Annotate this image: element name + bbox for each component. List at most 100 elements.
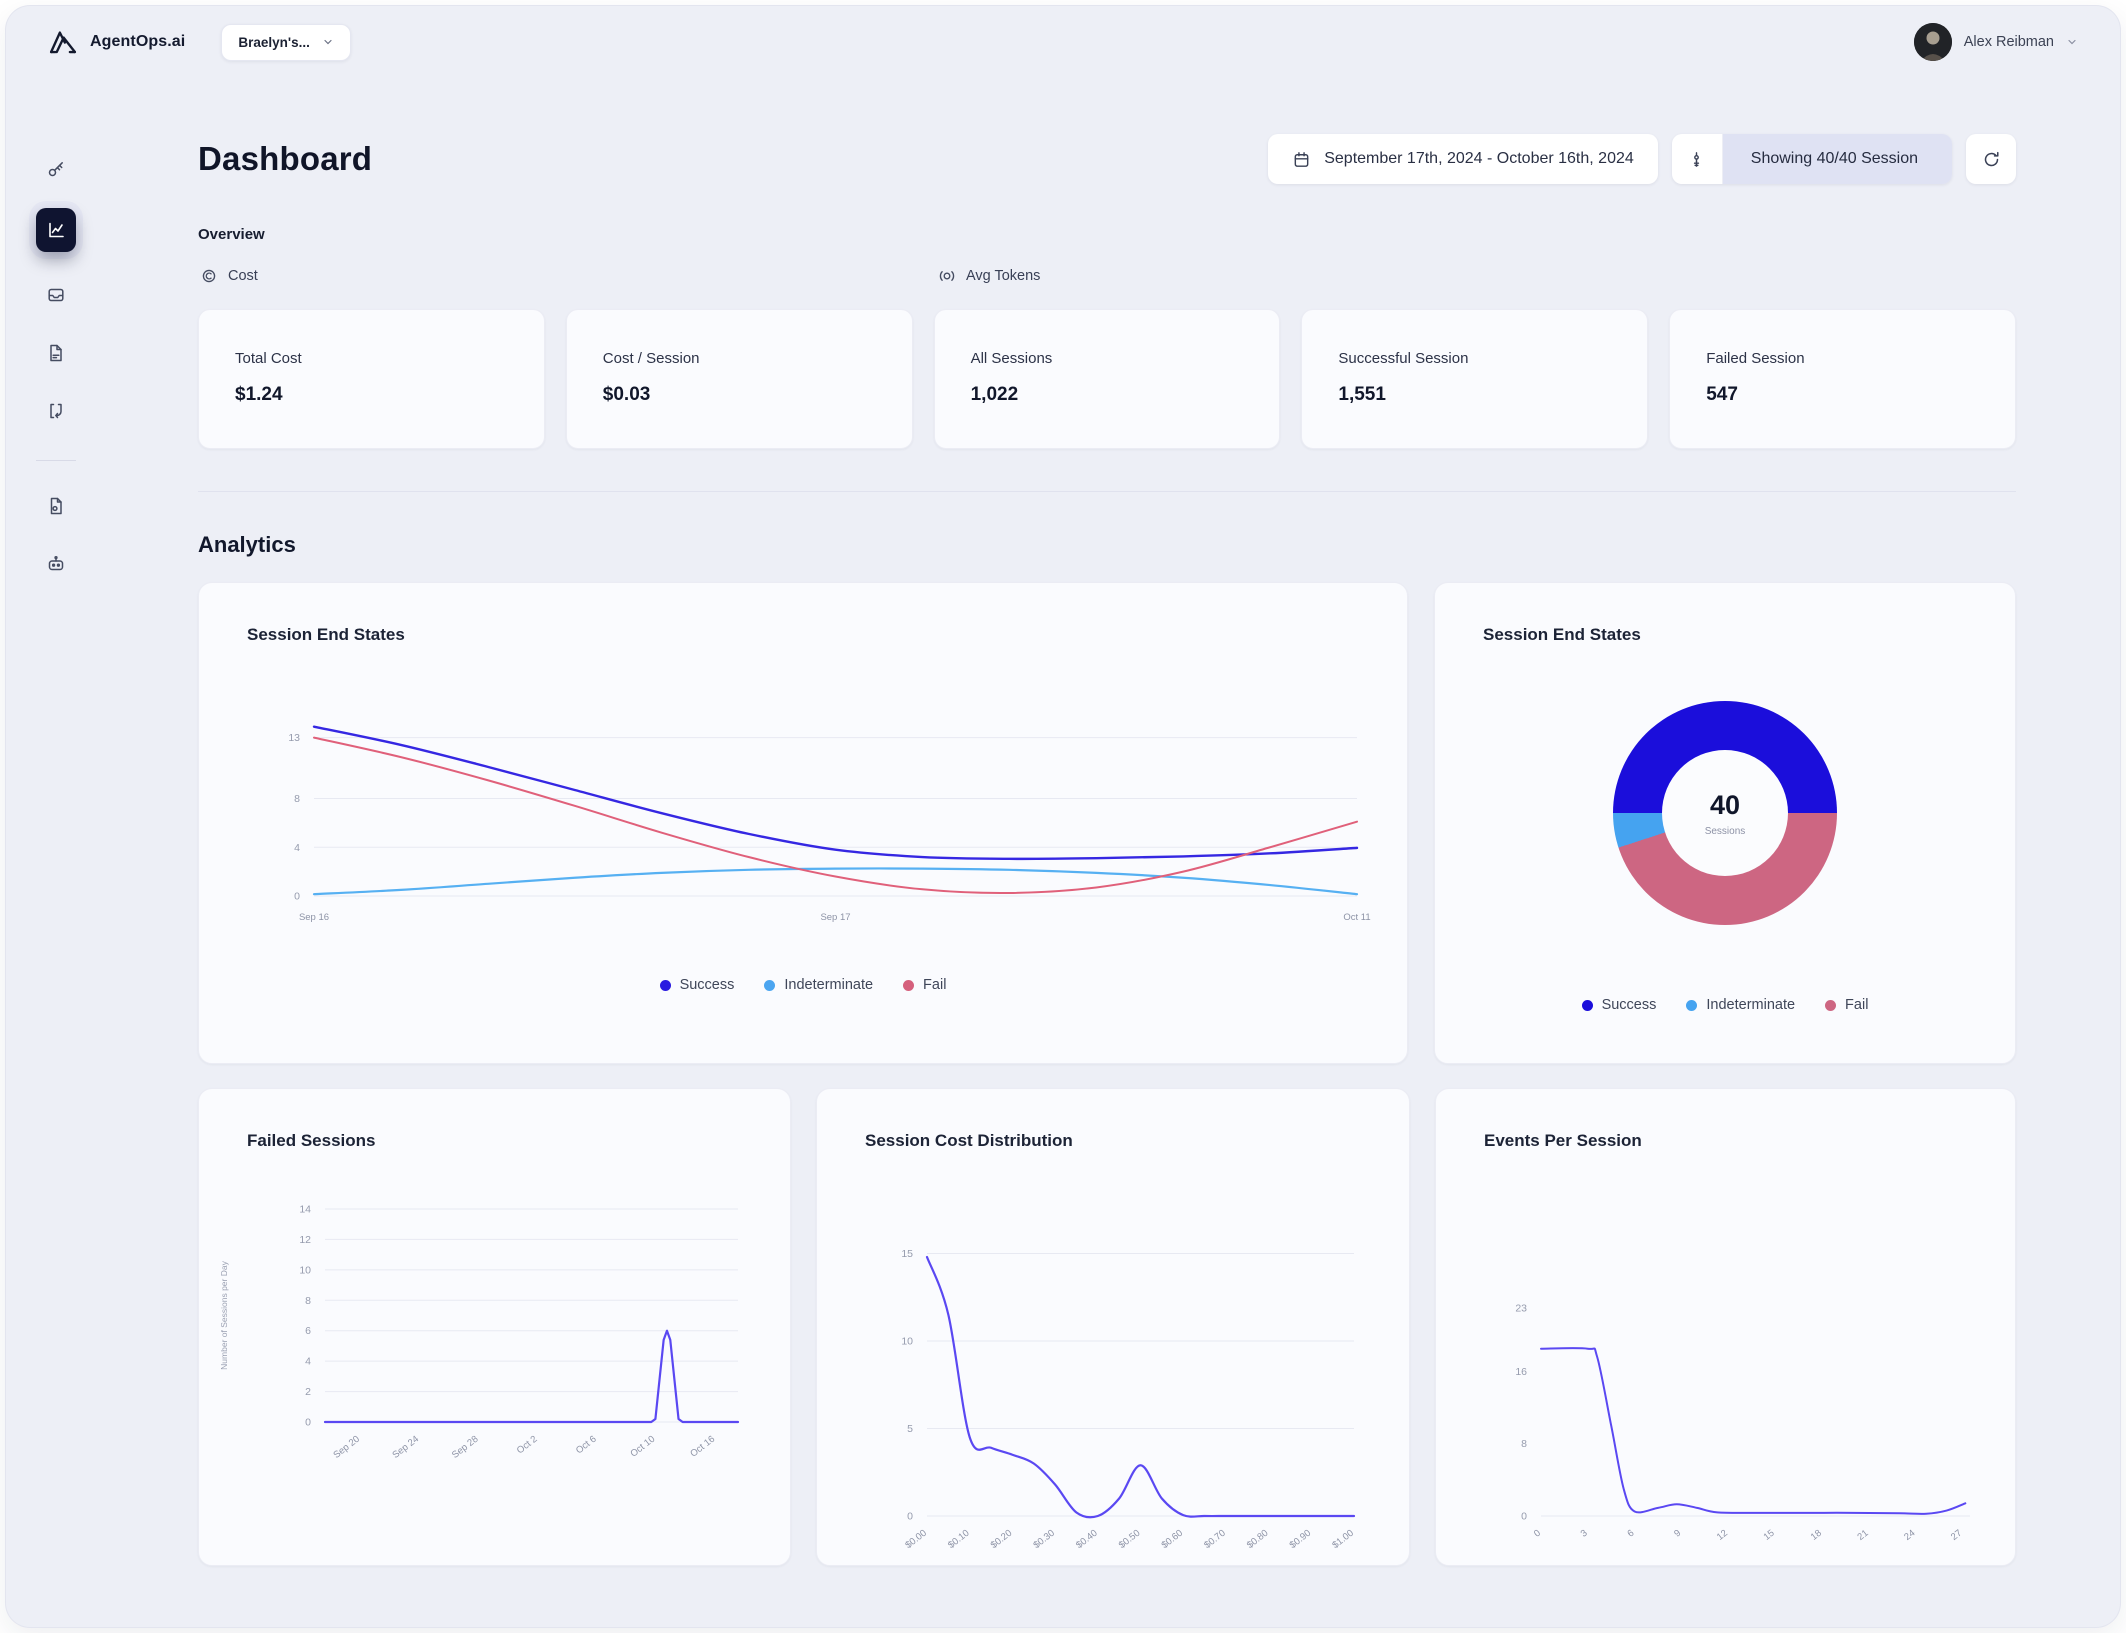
svg-text:15: 15 [1762, 1528, 1777, 1543]
stat-value: $1.24 [235, 384, 283, 405]
chart-card-events-per-session: Events Per Session 23 16 8 0 0 3 6 9 12 15 18 21 24 2… [1435, 1088, 2016, 1566]
sidebar-item-key[interactable] [37, 150, 75, 188]
legend-item-success[interactable]: Success [659, 977, 735, 993]
stat-card-all-sessions: All Sessions 1,022 [933, 309, 1281, 449]
svg-text:2: 2 [305, 1386, 311, 1398]
sidebar [6, 78, 106, 1627]
toggle-avg-tokens[interactable]: Avg Tokens [938, 267, 1040, 285]
legend-item-fail[interactable]: Fail [1825, 997, 1868, 1013]
svg-text:6: 6 [305, 1325, 311, 1337]
top-bar: AgentOps.ai Braelyn's... Alex Reibman [6, 6, 2120, 78]
stat-label: Successful Session [1338, 350, 1469, 367]
stat-label: All Sessions [970, 350, 1053, 367]
sidebar-item-file-code[interactable] [37, 334, 75, 372]
svg-text:Oct 11: Oct 11 [1343, 912, 1370, 923]
svg-text:8: 8 [1521, 1438, 1527, 1450]
svg-text:Sep 17: Sep 17 [820, 912, 850, 923]
stat-card-cost-per-session: Cost / Session $0.03 [565, 309, 913, 449]
chart-title: Session End States [1483, 625, 1641, 644]
sidebar-item-analytics[interactable] [36, 208, 76, 252]
legend-label: Success [679, 977, 735, 993]
svg-text:$0.30: $0.30 [1031, 1528, 1057, 1551]
svg-text:0: 0 [1521, 1511, 1527, 1523]
date-range-label: September 17th, 2024 - October 16th, 202… [1324, 150, 1634, 167]
svg-text:$0.50: $0.50 [1117, 1528, 1143, 1551]
svg-text:4: 4 [294, 842, 300, 854]
agentops-logo-icon [48, 27, 78, 57]
legend-item-indeterminate[interactable]: Indeterminate [764, 977, 873, 993]
svg-text:Oct 6: Oct 6 [574, 1434, 599, 1457]
project-selector-label: Braelyn's... [238, 34, 310, 50]
svg-text:27: 27 [1949, 1528, 1964, 1543]
svg-text:Sep 28: Sep 28 [450, 1434, 481, 1461]
avatar [1913, 23, 1952, 61]
line-chart-session-cost-distribution: 15 10 5 0 $0.00 $0.10 $0.20 $0.30 $0.40 $0.50 $0.6… [817, 1089, 1409, 1565]
sidebar-item-traces[interactable] [37, 392, 75, 430]
svg-text:12: 12 [299, 1234, 311, 1246]
filter-button[interactable] [1671, 134, 1723, 184]
svg-text:$0.60: $0.60 [1160, 1528, 1186, 1551]
svg-text:$0.00: $0.00 [903, 1528, 929, 1551]
sliders-icon [1687, 150, 1706, 169]
refresh-button[interactable] [1966, 134, 2016, 184]
legend-item-fail[interactable]: Fail [903, 977, 946, 993]
legend-label: Indeterminate [1706, 997, 1796, 1013]
overview-section-label: Overview [198, 226, 265, 243]
sidebar-item-docs[interactable] [37, 487, 75, 525]
chart-card-session-end-states-donut: Session End States 40 Sessions Success In… [1434, 582, 2016, 1064]
analytics-row-top: Session End States 13 8 4 0 Sep 16 Sep 17 Oct … [198, 582, 2016, 1064]
stat-value: 1,022 [970, 384, 1019, 405]
svg-text:5: 5 [907, 1423, 913, 1435]
svg-text:$0.80: $0.80 [1245, 1528, 1271, 1551]
legend-item-success[interactable]: Success [1581, 997, 1656, 1013]
project-selector[interactable]: Braelyn's... [221, 23, 351, 61]
svg-text:21: 21 [1855, 1528, 1870, 1543]
chart-card-failed-sessions: Failed Sessions 14 12 10 8 6 4 2 0 Sep 20 Sep 24 S… [198, 1088, 791, 1566]
toggle-cost-label: Cost [228, 268, 258, 284]
svg-text:15: 15 [901, 1248, 913, 1260]
svg-text:6: 6 [1625, 1528, 1636, 1540]
svg-text:10: 10 [901, 1336, 913, 1348]
stat-card-successful-session: Successful Session 1,551 [1301, 309, 1649, 449]
toggle-avg-tokens-label: Avg Tokens [966, 268, 1041, 284]
toggle-cost[interactable]: Cost [200, 267, 258, 285]
donut-center-label: Sessions [1704, 825, 1746, 837]
calendar-icon [1292, 150, 1311, 169]
main-content: Dashboard September 17th, 2024 - October… [106, 78, 2120, 1627]
svg-text:9: 9 [1672, 1528, 1683, 1540]
legend-dot [1686, 999, 1698, 1011]
svg-text:Oct 16: Oct 16 [688, 1434, 717, 1460]
chart-legend: Success Indeterminate Fail [1435, 997, 2015, 1013]
svg-text:4: 4 [305, 1356, 311, 1368]
sidebar-item-bot[interactable] [37, 545, 75, 583]
svg-text:0: 0 [907, 1511, 913, 1523]
stat-value: 547 [1706, 384, 1738, 405]
chart-legend: Success Indeterminate Fail [199, 977, 1407, 993]
overview-toggles: Cost Avg Tokens [198, 267, 2016, 293]
svg-text:$0.20: $0.20 [989, 1528, 1015, 1551]
session-filter-group: Showing 40/40 Session [1671, 134, 1952, 184]
svg-text:Sep 16: Sep 16 [299, 912, 329, 923]
svg-text:Oct 10: Oct 10 [628, 1434, 657, 1460]
stat-card-total-cost: Total Cost $1.24 [198, 309, 545, 449]
date-range-picker[interactable]: September 17th, 2024 - October 16th, 202… [1268, 134, 1658, 184]
legend-dot [1581, 999, 1593, 1011]
header-controls: September 17th, 2024 - October 16th, 202… [1268, 134, 2016, 184]
legend-dot [903, 979, 915, 991]
legend-dot [659, 979, 671, 991]
user-name: Alex Reibman [1963, 34, 2054, 50]
svg-text:$0.40: $0.40 [1074, 1528, 1100, 1551]
session-count-pill[interactable]: Showing 40/40 Session [1722, 134, 1952, 184]
legend-item-indeterminate[interactable]: Indeterminate [1686, 997, 1795, 1013]
svg-text:24: 24 [1902, 1528, 1917, 1543]
brand-name: AgentOps.ai [90, 33, 186, 50]
sidebar-item-inbox[interactable] [37, 276, 75, 314]
legend-dot [764, 979, 776, 991]
chart-card-session-cost-distribution: Session Cost Distribution 15 10 5 0 $0.00 $0.… [816, 1088, 1410, 1566]
session-count-label: Showing 40/40 Session [1750, 150, 1918, 167]
line-chart-failed-sessions: 14 12 10 8 6 4 2 0 Sep 20 Sep 24 Sep 28 Oct 2 Oct 6 O… [199, 1089, 790, 1565]
line-chart-events-per-session: 23 16 8 0 0 3 6 9 12 15 18 21 24 27 [1436, 1089, 2015, 1565]
sidebar-divider [36, 460, 76, 461]
svg-text:3: 3 [1579, 1528, 1590, 1540]
user-menu[interactable]: Alex Reibman [1913, 23, 2078, 61]
